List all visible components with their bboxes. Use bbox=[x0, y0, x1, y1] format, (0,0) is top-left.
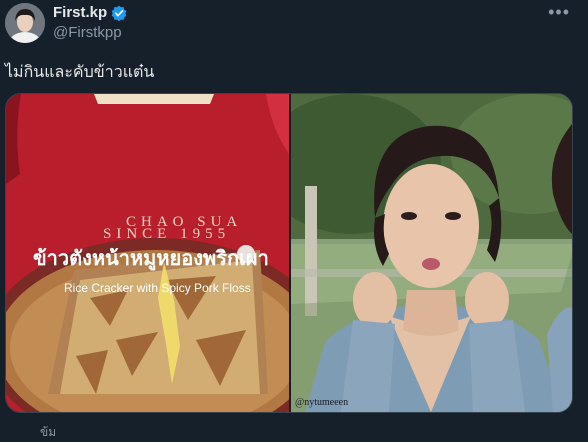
author-avatar[interactable] bbox=[5, 3, 45, 43]
package-product-thai: ข้าวตังหน้าหมูหยองพริกเผา bbox=[33, 248, 269, 270]
photo-watermark: @nytumeeen bbox=[295, 397, 349, 408]
portrait-photo[interactable]: @nytumeeen bbox=[291, 94, 572, 412]
package-product-english: Rice Cracker with Spicy Pork Floss bbox=[64, 281, 251, 295]
verified-badge-icon bbox=[111, 5, 127, 21]
author-handle[interactable]: @Firstkpp bbox=[53, 24, 122, 41]
package-brand-line2: SINCE 1955 bbox=[103, 226, 231, 242]
rice-cracker-photo[interactable]: CHAO SUA SINCE 1955 ข้าวตังหน้าหมูหยองพร… bbox=[6, 94, 289, 412]
tweet-text: ไม่กินและคับข้าวแต๋น bbox=[5, 64, 155, 81]
tweet-media: CHAO SUA SINCE 1955 ข้าวตังหน้าหมูหยองพร… bbox=[5, 93, 573, 413]
more-options-icon[interactable]: ••• bbox=[548, 2, 570, 23]
author-display-name[interactable]: First.kp bbox=[53, 4, 107, 21]
author-name-row: First.kp bbox=[53, 4, 127, 21]
